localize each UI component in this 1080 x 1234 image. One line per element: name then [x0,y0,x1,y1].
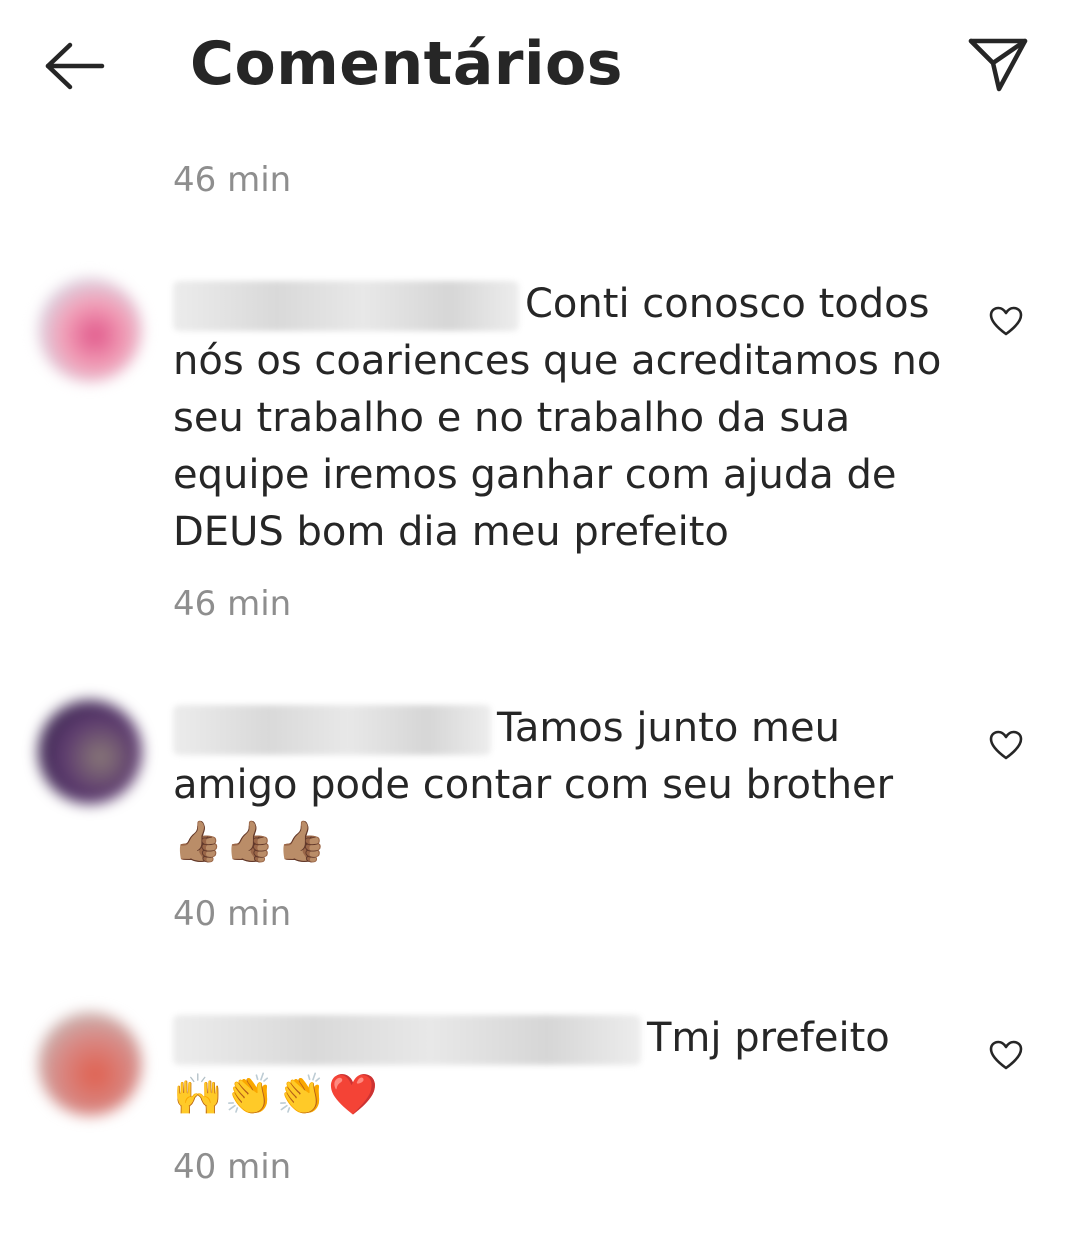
comment-text: Tmj prefeito [647,1015,890,1061]
comment-body: ernelsoncarlosTamos junto meu amigo pode… [173,700,963,871]
username-link[interactable]: ernelsoncarlos [173,705,491,755]
like-button[interactable] [984,723,1028,767]
comment-body: santosjorgesantos124Tmj prefeito 🙌👏👏❤️ [173,1010,963,1124]
comment-timestamp: 46 min [173,160,292,200]
page-title: Comentários [190,29,623,99]
back-button[interactable] [36,30,112,102]
comment-body: ygor_santos180Conti conosco todos nós os… [173,276,963,561]
like-button[interactable] [984,1033,1028,1077]
comment-timestamp: 46 min [173,584,292,624]
avatar[interactable] [38,278,142,382]
like-button[interactable] [984,299,1028,343]
share-button[interactable] [960,26,1036,102]
header-bar: Comentários [0,0,1080,130]
heart-outline-icon [989,1040,1023,1070]
username-link[interactable]: ygor_santos180 [173,281,519,331]
username-link[interactable]: santosjorgesantos124 [173,1015,641,1065]
avatar[interactable] [38,1012,142,1116]
emoji-row: 👍🏽👍🏽👍🏽 [173,819,329,865]
paper-plane-icon [968,38,1028,92]
heart-outline-icon [989,730,1023,760]
comment-timestamp: 40 min [173,1147,292,1187]
avatar[interactable] [38,700,142,804]
arrow-left-icon [45,42,105,90]
comment-timestamp: 40 min [173,894,292,934]
heart-outline-icon [989,306,1023,336]
emoji-row: 🙌👏👏❤️ [173,1072,381,1118]
